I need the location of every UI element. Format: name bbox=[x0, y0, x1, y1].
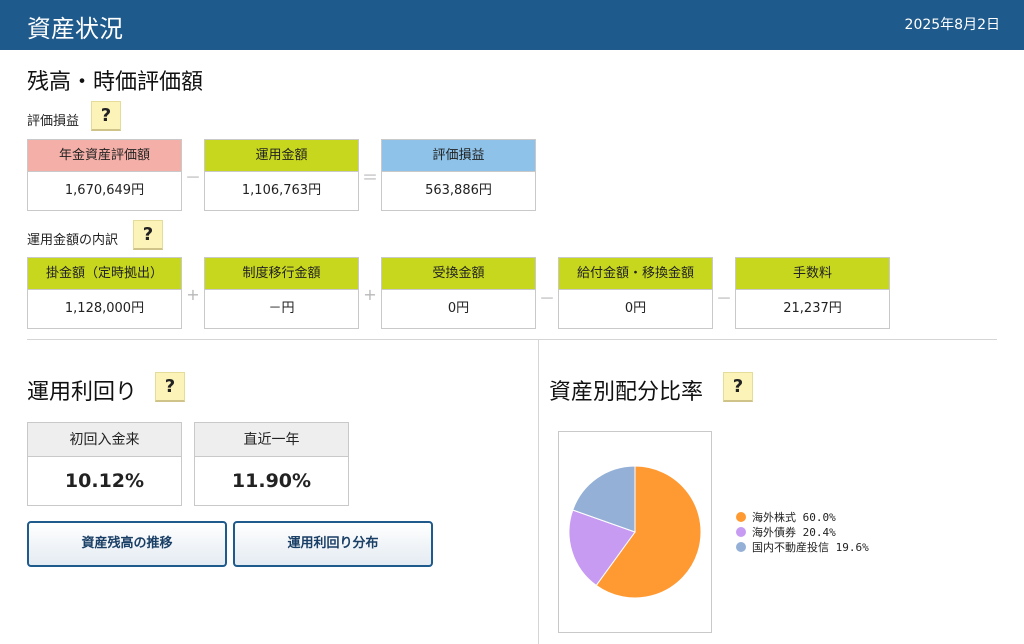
received-transfer-value: 0円 bbox=[447, 301, 470, 316]
received-transfer-label: 受換金額 bbox=[382, 258, 535, 290]
yield-heading: 運用利回り bbox=[27, 380, 138, 405]
investment-amount-box: 運用金額 1,106,763円 bbox=[204, 139, 359, 211]
allocation-help-button[interactable]: ? bbox=[723, 372, 753, 402]
contribution-value: 1,128,000円 bbox=[64, 301, 145, 316]
gain-loss-box: 評価損益 563,886円 bbox=[381, 139, 536, 211]
fee-value: 21,237円 bbox=[783, 301, 842, 316]
asset-history-button[interactable]: 資産残高の推移 bbox=[27, 521, 227, 567]
minus-operator: － bbox=[715, 289, 732, 308]
yield-last-year-label: 直近一年 bbox=[195, 423, 348, 457]
legend-marker bbox=[736, 542, 746, 552]
allocation-chart-frame bbox=[558, 431, 712, 633]
gain-label: 評価損益 bbox=[27, 114, 80, 129]
fee-label: 手数料 bbox=[736, 258, 889, 290]
legend-label: 海外債券 20.4% bbox=[752, 526, 836, 539]
investment-amount-value: 1,106,763円 bbox=[241, 183, 322, 198]
legend-label: 海外株式 60.0% bbox=[752, 511, 836, 524]
contribution-label: 掛金額（定時拠出） bbox=[28, 258, 181, 290]
pension-asset-value: 1,670,649円 bbox=[64, 183, 145, 198]
legend-item: 海外株式 60.0% bbox=[736, 510, 869, 525]
yield-last-year-value: 11.90% bbox=[231, 470, 312, 492]
page-header: 資産状況 2025年8月2日 bbox=[0, 0, 1024, 50]
payout-value: 0円 bbox=[624, 301, 647, 316]
yield-help-button[interactable]: ? bbox=[155, 372, 185, 402]
pension-asset-label: 年金資産評価額 bbox=[28, 140, 181, 172]
breakdown-help-button[interactable]: ? bbox=[133, 220, 163, 250]
legend-label: 国内不動産投信 19.6% bbox=[752, 541, 869, 554]
column-divider bbox=[538, 340, 539, 644]
allocation-pie-chart bbox=[568, 465, 702, 599]
plus-operator: + bbox=[186, 285, 200, 304]
section-divider bbox=[27, 339, 997, 340]
transfer-amount-value: －円 bbox=[268, 301, 295, 316]
breakdown-label: 運用金額の内訳 bbox=[27, 233, 119, 248]
plus-operator: + bbox=[363, 285, 377, 304]
yield-since-inception-label: 初回入金来 bbox=[28, 423, 181, 457]
transfer-amount-box: 制度移行金額 －円 bbox=[204, 257, 359, 329]
legend-marker bbox=[736, 527, 746, 537]
yield-last-year-box: 直近一年 11.90% bbox=[194, 422, 349, 506]
gain-loss-label: 評価損益 bbox=[382, 140, 535, 172]
balance-heading: 残高・時価評価額 bbox=[27, 70, 204, 95]
contribution-box: 掛金額（定時拠出） 1,128,000円 bbox=[27, 257, 182, 329]
legend-item: 海外債券 20.4% bbox=[736, 525, 869, 540]
pension-asset-box: 年金資産評価額 1,670,649円 bbox=[27, 139, 182, 211]
payout-box: 給付金額・移換金額 0円 bbox=[558, 257, 713, 329]
minus-operator: － bbox=[184, 168, 201, 187]
allocation-legend: 海外株式 60.0% 海外債券 20.4% 国内不動産投信 19.6% bbox=[736, 510, 869, 555]
minus-operator: － bbox=[538, 289, 555, 308]
yield-distribution-button[interactable]: 運用利回り分布 bbox=[233, 521, 433, 567]
equals-operator: ＝ bbox=[361, 168, 378, 187]
payout-label: 給付金額・移換金額 bbox=[559, 258, 712, 290]
legend-marker bbox=[736, 512, 746, 522]
transfer-amount-label: 制度移行金額 bbox=[205, 258, 358, 290]
report-date: 2025年8月2日 bbox=[904, 17, 1000, 33]
gain-help-button[interactable]: ? bbox=[91, 101, 121, 131]
yield-since-inception-box: 初回入金来 10.12% bbox=[27, 422, 182, 506]
page-title: 資産状況 bbox=[27, 15, 123, 43]
yield-since-inception-value: 10.12% bbox=[64, 470, 145, 492]
received-transfer-box: 受換金額 0円 bbox=[381, 257, 536, 329]
investment-amount-label: 運用金額 bbox=[205, 140, 358, 172]
allocation-heading: 資産別配分比率 bbox=[549, 380, 704, 405]
fee-box: 手数料 21,237円 bbox=[735, 257, 890, 329]
legend-item: 国内不動産投信 19.6% bbox=[736, 540, 869, 555]
gain-loss-value: 563,886円 bbox=[425, 183, 492, 198]
